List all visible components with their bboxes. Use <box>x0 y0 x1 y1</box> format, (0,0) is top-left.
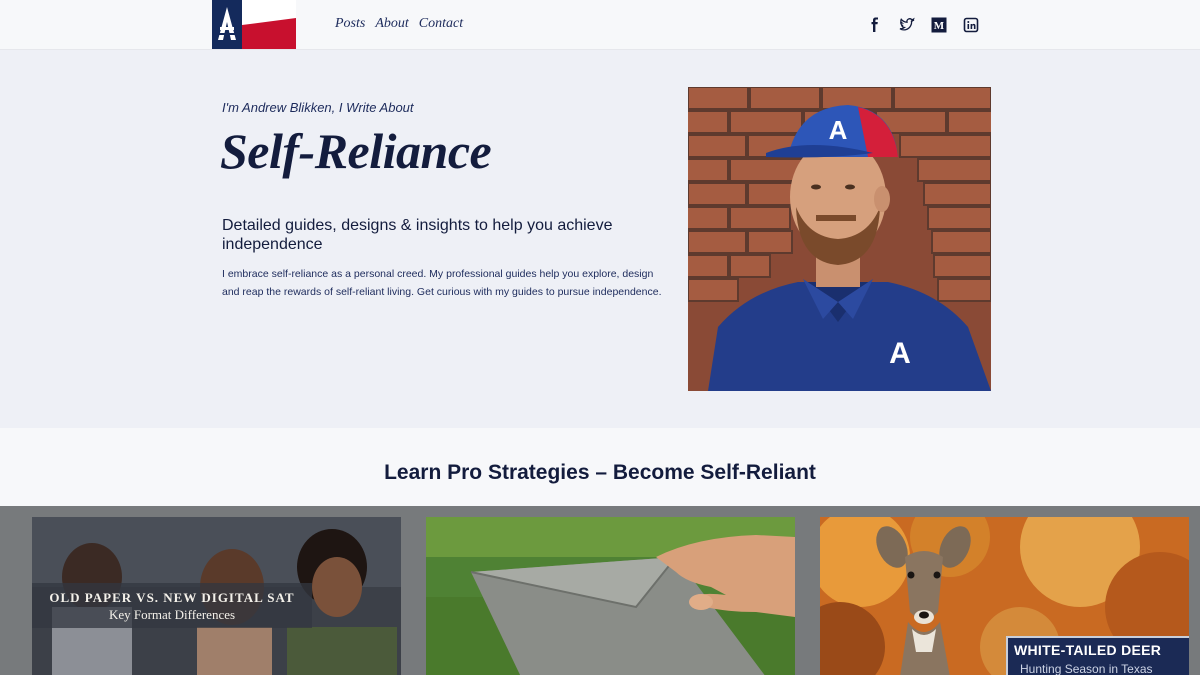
post-card-sat[interactable]: OLD PAPER VS. NEW DIGITAL SAT Key Format… <box>32 517 401 675</box>
twitter-icon[interactable] <box>898 16 916 34</box>
medium-icon[interactable]: M <box>930 16 948 34</box>
svg-text:A: A <box>889 337 911 370</box>
main-nav: Posts About Contact <box>335 16 463 32</box>
post-card-deer[interactable]: WHITE-TAILED DEER Hunting Season in Texa… <box>820 517 1189 675</box>
nav-contact[interactable]: Contact <box>419 16 463 32</box>
post-card-title: OLD PAPER VS. NEW DIGITAL SAT <box>49 590 295 605</box>
social-links: M <box>866 16 980 34</box>
post-card-subtitle: Hunting Season in Texas <box>1020 662 1153 675</box>
site-logo[interactable] <box>212 0 296 49</box>
strategies-section: Learn Pro Strategies – Become Self-Relia… <box>0 428 1200 506</box>
post-card-subtitle: Key Format Differences <box>108 607 236 622</box>
site-header: Posts About Contact M <box>0 0 1200 50</box>
hero-tagline: I'm Andrew Blikken, I Write About <box>222 100 414 115</box>
linkedin-icon[interactable] <box>962 16 980 34</box>
post-cards: OLD PAPER VS. NEW DIGITAL SAT Key Format… <box>0 506 1200 675</box>
hero-subhead: Detailed guides, designs & insights to h… <box>222 217 613 253</box>
facebook-icon[interactable] <box>866 16 884 34</box>
svg-text:M: M <box>934 20 945 32</box>
strategies-title: Learn Pro Strategies – Become Self-Relia… <box>384 461 816 484</box>
post-card-envelope[interactable] <box>426 517 795 675</box>
hero-description: I embrace self-reliance as a personal cr… <box>222 268 662 298</box>
post-card-caption: WHITE-TAILED DEER Hunting Season in Texa… <box>1006 636 1189 675</box>
svg-text:A: A <box>829 115 848 145</box>
nav-posts[interactable]: Posts <box>335 16 365 32</box>
hero-headline: Self-Reliance <box>220 123 492 179</box>
post-card-title: WHITE-TAILED DEER <box>1014 642 1162 658</box>
author-portrait: A A <box>688 87 991 391</box>
nav-about[interactable]: About <box>375 16 408 32</box>
hero-section: I'm Andrew Blikken, I Write About Self-R… <box>0 50 1200 428</box>
